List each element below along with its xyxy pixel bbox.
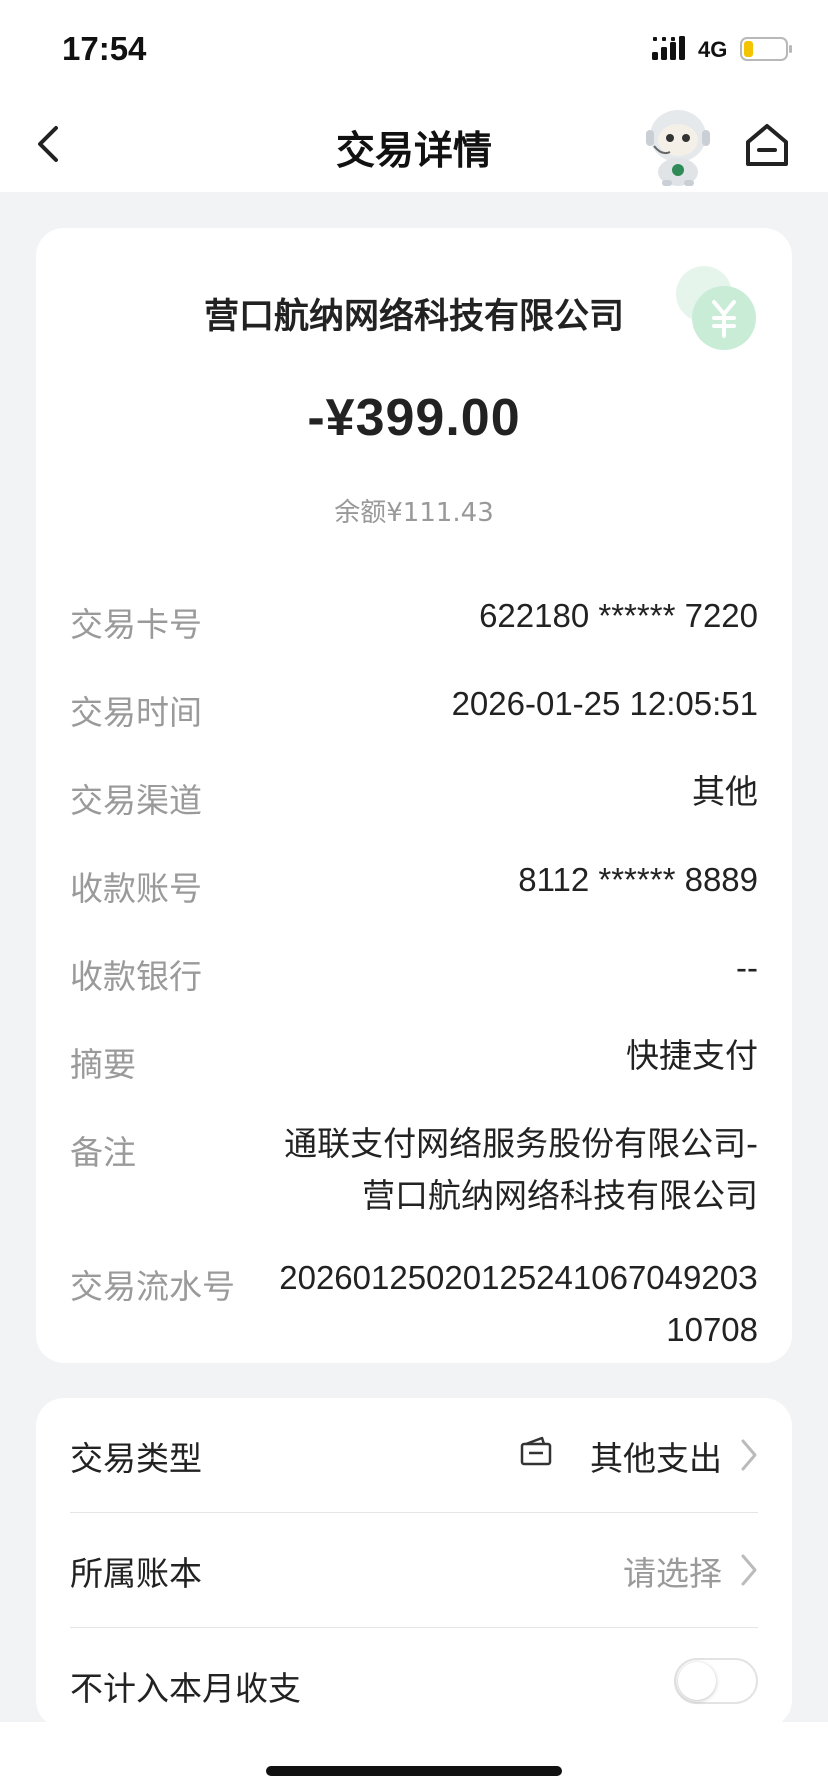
network-label: 4G	[698, 37, 728, 62]
status-time: 17:54	[62, 30, 147, 67]
toggle-knob	[678, 1662, 716, 1700]
detail-label: 摘要	[70, 1045, 136, 1084]
detail-value: 其他	[692, 772, 758, 811]
detail-value: 8112 ****** 8889	[518, 861, 758, 898]
transaction-type-label: 交易类型	[70, 1439, 202, 1478]
status-bar: 17:54 4G	[0, 0, 828, 96]
account-balance: 余额¥111.43	[334, 498, 494, 528]
exclude-monthly-toggle[interactable]	[674, 1658, 758, 1704]
detail-label: 交易时间	[70, 693, 202, 732]
detail-label: 收款账号	[70, 869, 202, 908]
detail-label: 备注	[70, 1133, 136, 1172]
detail-value: 2026-01-25 12:05:51	[451, 685, 758, 722]
account-book-label: 所属账本	[70, 1554, 202, 1593]
chevron-right-icon	[741, 1439, 757, 1471]
detail-label: 收款银行	[70, 957, 202, 996]
detail-label: 交易渠道	[70, 781, 202, 820]
bottom-bar	[0, 1722, 828, 1792]
chevron-right-icon	[741, 1554, 757, 1586]
detail-label: 交易流水号	[70, 1267, 235, 1306]
transaction-amount: -¥399.00	[307, 389, 521, 447]
detail-value: 10708	[666, 1311, 758, 1348]
account-book-row[interactable]: 所属账本 请选择	[70, 1513, 758, 1627]
transaction-card: 营口航纳网络科技有限公司 -¥399.00 余额¥111.43 交易卡号 622…	[36, 228, 792, 1363]
exclude-monthly-row: 不计入本月收支	[70, 1628, 758, 1728]
merchant-name: 营口航纳网络科技有限公司	[203, 297, 624, 337]
transaction-type-row[interactable]: 交易类型 其他支出	[70, 1398, 758, 1512]
exclude-monthly-label: 不计入本月收支	[70, 1669, 301, 1708]
wallet-icon	[520, 1436, 552, 1466]
account-book-value: 请选择	[623, 1554, 722, 1593]
battery-icon	[740, 37, 792, 61]
detail-label: 交易卡号	[70, 605, 202, 644]
home-icon[interactable]	[742, 120, 792, 170]
detail-value: --	[736, 949, 758, 986]
transaction-type-value: 其他支出	[590, 1439, 722, 1478]
detail-value: 营口航纳网络科技有限公司	[362, 1176, 758, 1215]
detail-value: 622180 ****** 7220	[479, 597, 758, 634]
robot-assistant-icon[interactable]	[640, 106, 716, 186]
signal-icon	[652, 36, 685, 60]
detail-value: 通联支付网络服务股份有限公司-	[284, 1124, 758, 1163]
detail-value: 2026012502012524106704920З	[279, 1259, 758, 1296]
nav-bar: 交易详情	[0, 96, 828, 192]
home-indicator[interactable]	[266, 1766, 562, 1776]
detail-value: 快捷支付	[626, 1036, 758, 1075]
category-card: 交易类型 其他支出 所属账本 请选择 不计入本月收支	[36, 1398, 792, 1728]
